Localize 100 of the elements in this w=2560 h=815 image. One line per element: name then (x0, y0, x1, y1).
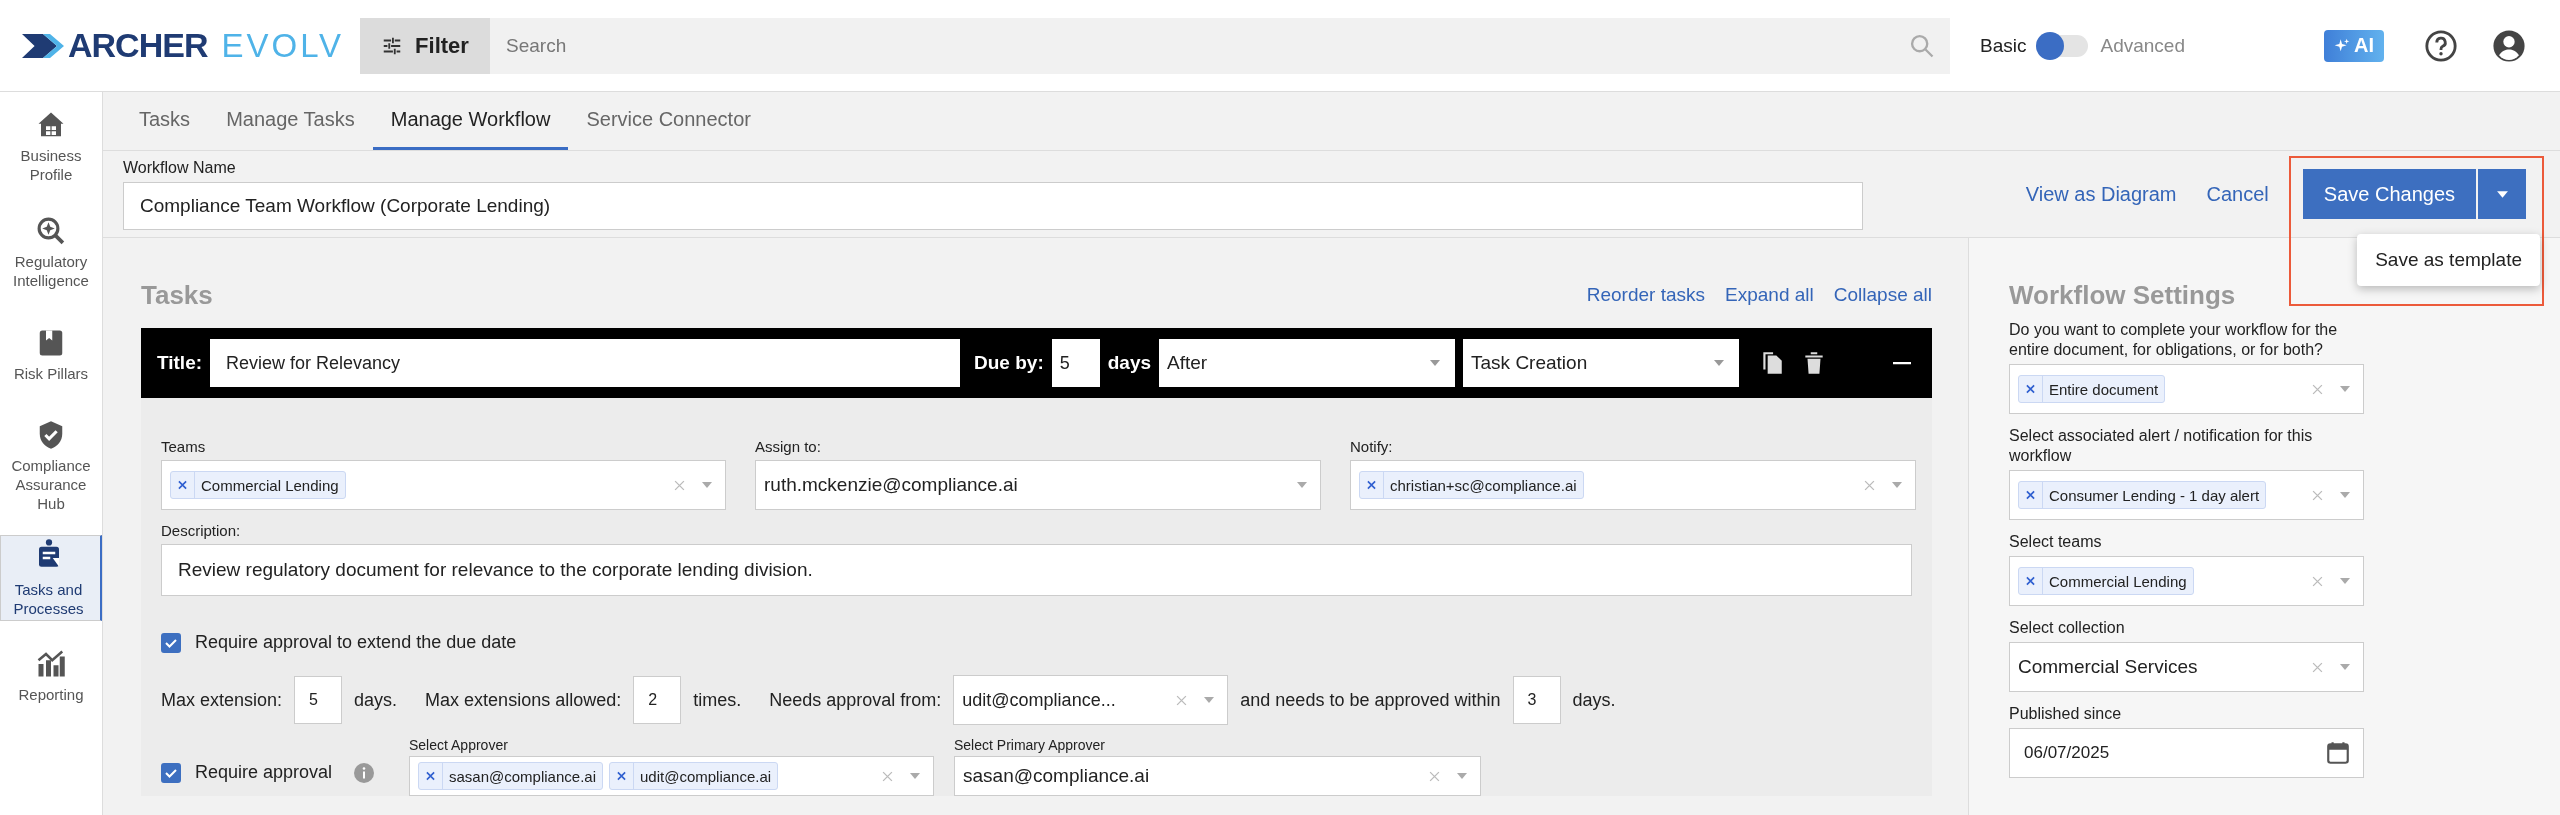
field-label: Max extensions allowed: (425, 689, 622, 711)
tag-select[interactable]: Consumer Lending - 1 day alert (2009, 470, 2364, 520)
sidebar-item[interactable]: Reporting (0, 633, 102, 719)
teams-select[interactable]: Commercial Lending (161, 460, 726, 510)
caret-icon (1296, 481, 1308, 489)
calendar-icon[interactable] (2325, 740, 2351, 766)
action-link[interactable]: Expand all (1725, 284, 1814, 306)
field-label: Assign to: (755, 438, 822, 455)
action-link[interactable]: Collapse all (1833, 284, 1932, 306)
caret-icon (701, 481, 713, 489)
sidebar-item[interactable]: Risk Pillars (0, 312, 102, 398)
number-input[interactable]: 5 (294, 676, 343, 724)
field-label: Select Primary Approver (954, 737, 1106, 753)
info-icon[interactable] (354, 762, 375, 783)
event-select[interactable]: Task Creation (1463, 339, 1740, 387)
tag-select[interactable]: Commercial Lending (2009, 556, 2364, 606)
sidebar-item[interactable]: Compliance Assurance Hub (0, 410, 102, 523)
logo-text: ARCHER (68, 26, 208, 65)
collapse-icon[interactable] (1892, 361, 1912, 365)
tag-text: udit@compliance.ai (638, 767, 773, 785)
help-icon[interactable] (2424, 28, 2458, 63)
field-label: Select teams (2009, 532, 2103, 552)
unit-label: days (1107, 352, 1152, 374)
sidebar-label: Business Profile (19, 146, 83, 184)
tag-text: Entire document (2048, 380, 2160, 398)
due-input[interactable]: 5 (1051, 339, 1100, 387)
sidebar-item[interactable]: Tasks and Processes (0, 535, 102, 621)
caret-icon (909, 772, 921, 780)
field-label: Workflow Name (123, 158, 237, 178)
sidebar-label: Tasks and Processes (12, 580, 85, 618)
caret-icon (1713, 359, 1726, 367)
action-link[interactable]: Reorder tasks (1586, 284, 1706, 306)
description-input[interactable]: Review regulatory document for relevance to the corporate lending division. (161, 544, 1912, 596)
assignee-select[interactable]: ruth.mckenzie@compliance.ai (755, 460, 1321, 510)
caret-icon (1429, 359, 1442, 367)
tab[interactable]: Service Connector (568, 92, 769, 150)
sidebar-item[interactable]: Regulatory Intelligence (0, 206, 102, 300)
unit-label: days. (1572, 689, 1616, 711)
checkbox-label: Require approval to extend the due date (195, 632, 517, 653)
tab[interactable]: Manage Workflow (372, 92, 569, 150)
checkbox[interactable] (161, 762, 181, 783)
date-input[interactable]: 06/07/2025 (2009, 728, 2364, 778)
number-input[interactable]: 3 (1512, 676, 1561, 724)
approver-select[interactable]: udit@compliance... (953, 675, 1229, 725)
caret-icon (1891, 481, 1903, 489)
mode-label: Advanced (2100, 34, 2185, 57)
tag-text: Consumer Lending - 1 day alert (2048, 486, 2261, 504)
notify-select[interactable]: christian+sc@compliance.ai (1350, 460, 1916, 510)
user-avatar-icon[interactable] (2492, 28, 2526, 63)
caret-icon (1456, 772, 1468, 780)
workflow-name-input[interactable]: Compliance Team Workflow (Corporate Lending) (123, 182, 1863, 230)
field-label: Title: (157, 352, 203, 374)
primary-approver-select[interactable]: sasan@compliance.ai (954, 756, 1481, 796)
caret-icon (2339, 663, 2351, 671)
sidebar-label: Compliance Assurance Hub (10, 456, 92, 513)
field-label: Needs approval from: (769, 689, 942, 711)
field-label: and needs to be approved within (1240, 689, 1501, 711)
relation-select[interactable]: After (1159, 339, 1456, 387)
tab[interactable]: Tasks (121, 92, 209, 150)
field-label: Select associated alert / notification for this workflow (2009, 426, 2314, 466)
menu-item[interactable]: Save as template (2375, 249, 2522, 271)
checkbox[interactable] (161, 632, 181, 653)
collection-select[interactable]: Commercial Services (2009, 642, 2364, 692)
search-field[interactable]: Search (490, 17, 1950, 74)
tag-text: christian+sc@compliance.ai (1389, 476, 1578, 494)
field-label: Max extension: (161, 689, 283, 711)
section-heading: Workflow Settings (2009, 278, 2237, 312)
caret-icon (2339, 577, 2351, 585)
caret-icon (1203, 696, 1216, 704)
tag-text: Commercial Lending (2048, 572, 2188, 590)
approvers-select[interactable]: sasan@compliance.ai udit@compliance.ai (409, 756, 934, 796)
unit-label: days. (354, 689, 398, 711)
caret-icon (2495, 189, 2509, 199)
mode-toggle[interactable] (2038, 34, 2089, 57)
cancel-link[interactable]: Cancel (2206, 182, 2269, 206)
tag-text: Commercial Lending (200, 476, 340, 494)
logo-arrow-icon (22, 32, 64, 59)
chart-icon (36, 648, 66, 679)
save-changes-button[interactable]: Save Changes (2302, 169, 2476, 219)
caret-icon (2339, 491, 2351, 499)
field-label: Description: (161, 522, 242, 539)
filter-button[interactable]: Filter (360, 17, 490, 74)
field-label: Select collection (2009, 618, 2126, 638)
title-input[interactable]: Review for Relevancy (210, 339, 961, 387)
caret-icon (2339, 385, 2351, 393)
sidebar-item[interactable]: Business Profile (0, 100, 102, 194)
tab[interactable]: Manage Tasks (208, 92, 373, 150)
field-label: Notify: (1350, 438, 1394, 455)
field-label: Published since (2009, 704, 2123, 724)
section-heading: Tasks (141, 279, 213, 311)
tag-select[interactable]: Entire document (2009, 364, 2364, 414)
sidebar-label: Regulatory Intelligence (12, 252, 90, 290)
unit-label: times. (693, 689, 742, 711)
tag-text: sasan@compliance.ai (448, 767, 597, 785)
sidebar-label: Reporting (18, 684, 84, 704)
view-diagram-link[interactable]: View as Diagram (2025, 182, 2177, 206)
logo-text: EVOLV (221, 26, 345, 65)
mode-label: Basic (1980, 34, 2027, 57)
number-input[interactable]: 2 (633, 676, 682, 724)
sparkle-icon (2334, 37, 2350, 54)
